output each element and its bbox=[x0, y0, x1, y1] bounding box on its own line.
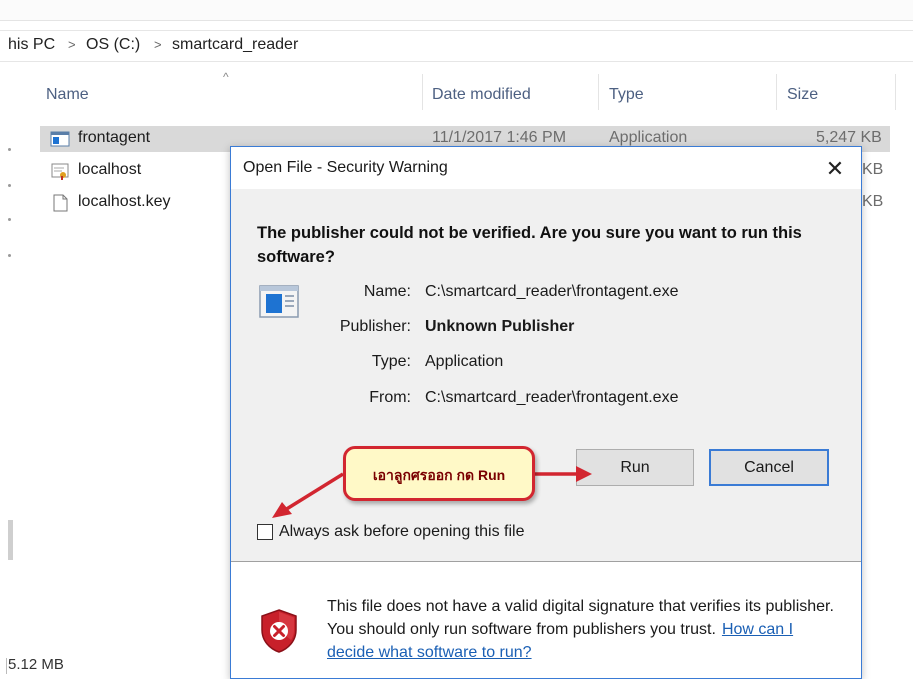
column-header-type[interactable]: Type bbox=[609, 86, 644, 104]
security-shield-icon bbox=[261, 609, 297, 653]
file-size: 5,247 KB bbox=[816, 129, 882, 146]
scrollbar-thumb[interactable] bbox=[8, 520, 13, 560]
nav-pane-marker bbox=[8, 218, 11, 221]
file-name: localhost.key bbox=[78, 193, 171, 210]
chevron-right-icon: > bbox=[68, 37, 76, 52]
publisher-label: Publisher: bbox=[339, 318, 411, 335]
breadcrumb-os-drive[interactable]: OS (C:) bbox=[86, 36, 140, 54]
cancel-button[interactable]: Cancel bbox=[709, 449, 829, 486]
nav-pane-marker bbox=[8, 254, 11, 257]
file-type: Application bbox=[609, 129, 688, 146]
ribbon-strip bbox=[0, 0, 913, 21]
close-icon[interactable]: ✕ bbox=[815, 153, 855, 185]
file-date: 11/1/2017 1:46 PM bbox=[432, 129, 567, 146]
address-bar[interactable]: his PC > OS (C:) > smartcard_reader bbox=[0, 30, 913, 62]
column-header-size[interactable]: Size bbox=[787, 86, 818, 104]
dialog-titlebar[interactable]: Open File - Security Warning ✕ bbox=[231, 147, 861, 189]
security-warning-dialog: Open File - Security Warning ✕ The publi… bbox=[230, 146, 862, 679]
annotation-text: เอาลูกศรออก กด Run bbox=[372, 467, 506, 483]
column-divider[interactable] bbox=[598, 74, 599, 110]
nav-pane-marker bbox=[8, 148, 11, 151]
breadcrumb-this-pc[interactable]: his PC bbox=[8, 36, 55, 54]
publisher-value: Unknown Publisher bbox=[425, 318, 575, 335]
column-divider[interactable] bbox=[895, 74, 896, 110]
always-ask-checkbox[interactable] bbox=[257, 524, 273, 540]
type-label: Type: bbox=[371, 353, 411, 370]
certificate-icon bbox=[51, 163, 69, 180]
column-divider[interactable] bbox=[776, 74, 777, 110]
column-divider[interactable] bbox=[422, 74, 423, 110]
chevron-right-icon: > bbox=[154, 37, 162, 52]
column-header-date-modified[interactable]: Date modified bbox=[432, 86, 531, 104]
status-selection-size: 5.12 MB bbox=[6, 656, 64, 674]
breadcrumb-smartcard-reader[interactable]: smartcard_reader bbox=[172, 36, 298, 54]
run-button[interactable]: Run bbox=[576, 449, 694, 486]
name-label: Name: bbox=[363, 283, 411, 300]
annotation-callout: เอาลูกศรออก กด Run bbox=[343, 446, 535, 501]
column-header-name[interactable]: Name bbox=[46, 86, 89, 104]
file-size: KB bbox=[862, 193, 884, 210]
nav-pane-marker bbox=[8, 184, 11, 187]
from-label: From: bbox=[369, 389, 411, 406]
from-value: C:\smartcard_reader\frontagent.exe bbox=[425, 389, 679, 406]
application-icon bbox=[50, 131, 70, 147]
always-ask-label[interactable]: Always ask before opening this file bbox=[279, 523, 524, 541]
file-name: localhost bbox=[78, 161, 142, 178]
warning-question: The publisher could not be verified. Are… bbox=[257, 224, 802, 266]
dialog-title: Open File - Security Warning bbox=[243, 159, 448, 176]
file-size: KB bbox=[862, 161, 884, 178]
sort-ascending-icon: ^ bbox=[223, 70, 229, 84]
file-icon bbox=[53, 194, 68, 212]
name-value: C:\smartcard_reader\frontagent.exe bbox=[425, 283, 679, 300]
type-value: Application bbox=[425, 353, 504, 370]
unsigned-warning-text: This file does not have a valid digital … bbox=[327, 595, 837, 664]
file-name: frontagent bbox=[78, 129, 151, 146]
